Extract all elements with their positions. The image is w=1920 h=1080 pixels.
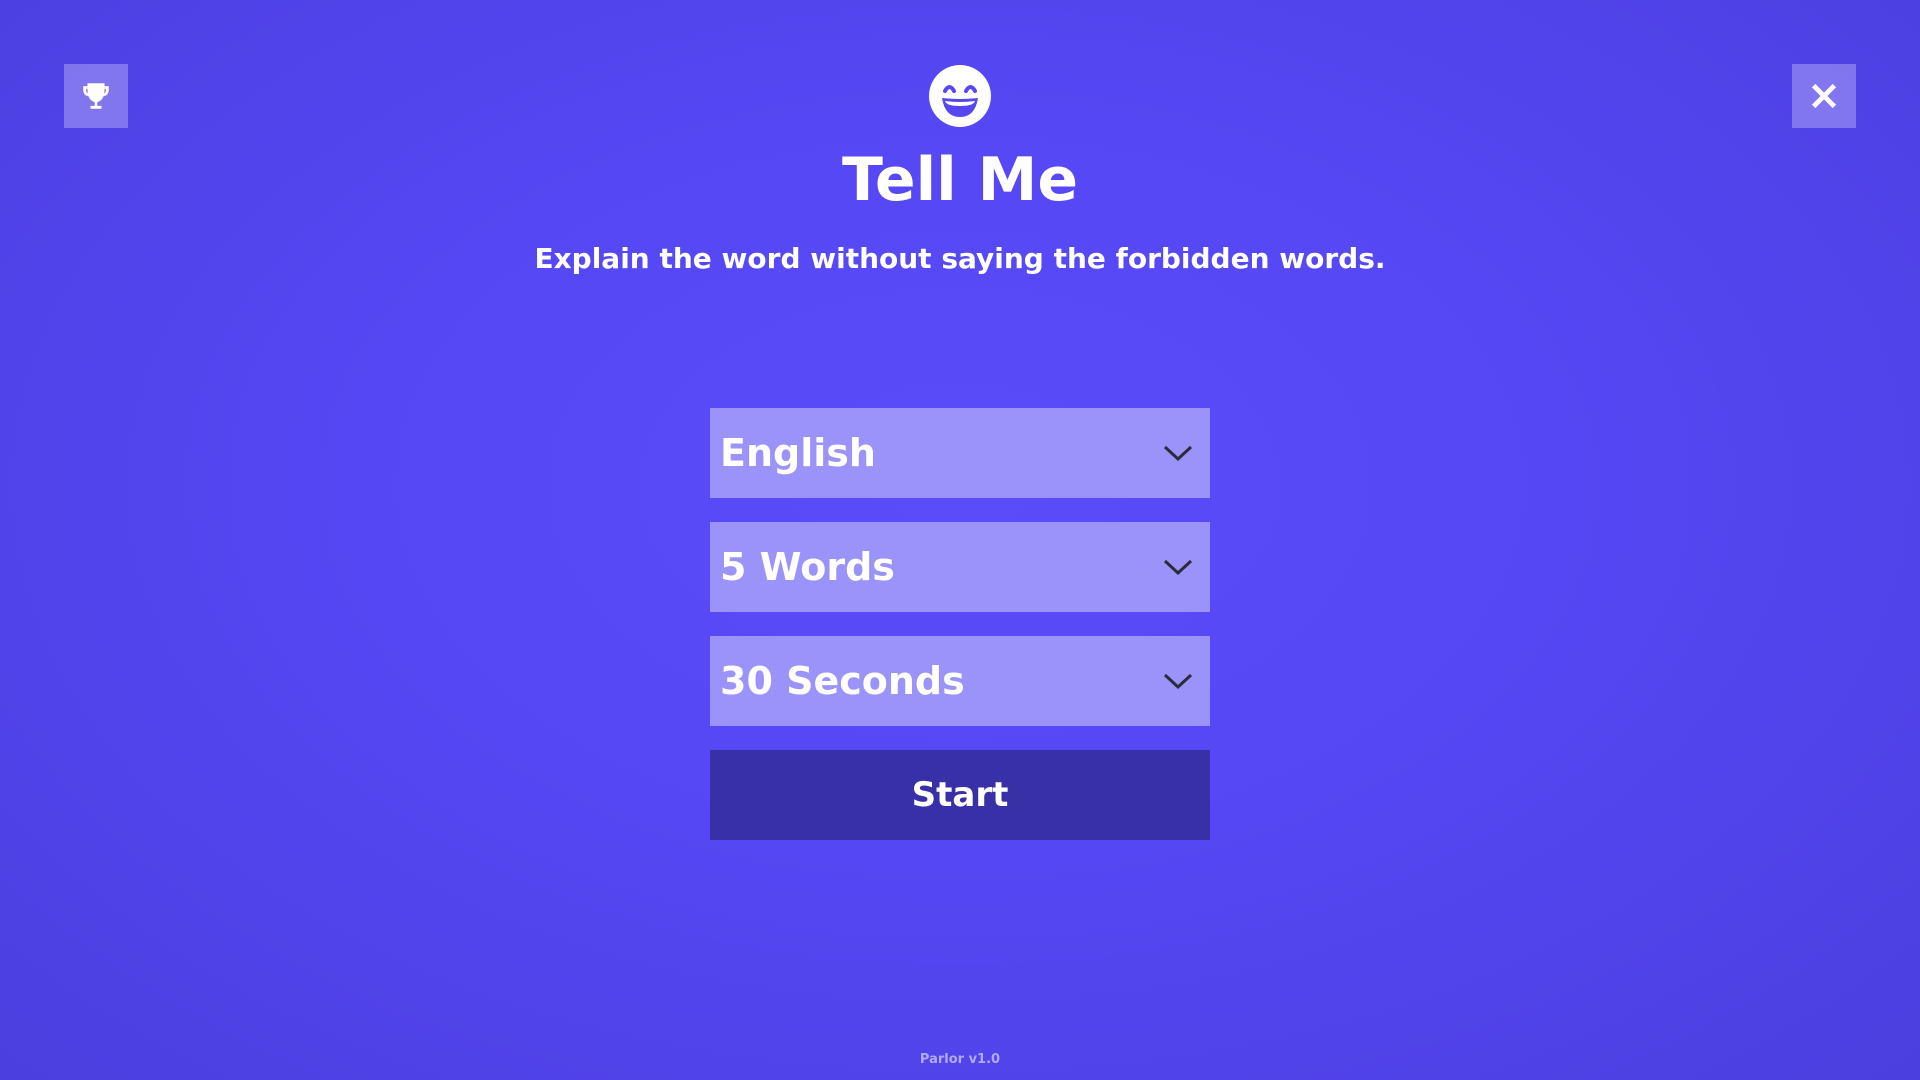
word-count-select-value: 5 Words: [720, 545, 895, 589]
version-label: Parlor v1.0: [919, 1052, 1001, 1067]
language-select[interactable]: English: [710, 408, 1210, 498]
chevron-down-icon: [1163, 673, 1193, 690]
chevron-down-icon: [1163, 445, 1193, 462]
start-button[interactable]: Start: [710, 750, 1210, 840]
word-count-select[interactable]: 5 Words: [710, 522, 1210, 612]
header: Tell Me Explain the word without saying …: [0, 64, 1920, 276]
game-settings-form: English 5 Words 30 Seconds Start: [710, 408, 1210, 840]
chevron-down-icon: [1163, 559, 1193, 576]
grinning-face-icon: [929, 65, 991, 127]
page-title: Tell Me: [841, 145, 1079, 215]
duration-select[interactable]: 30 Seconds: [710, 636, 1210, 726]
start-button-label: Start: [911, 775, 1009, 815]
language-select-value: English: [720, 431, 876, 475]
page-subtitle: Explain the word without saying the forb…: [534, 242, 1386, 275]
duration-select-value: 30 Seconds: [720, 659, 965, 703]
